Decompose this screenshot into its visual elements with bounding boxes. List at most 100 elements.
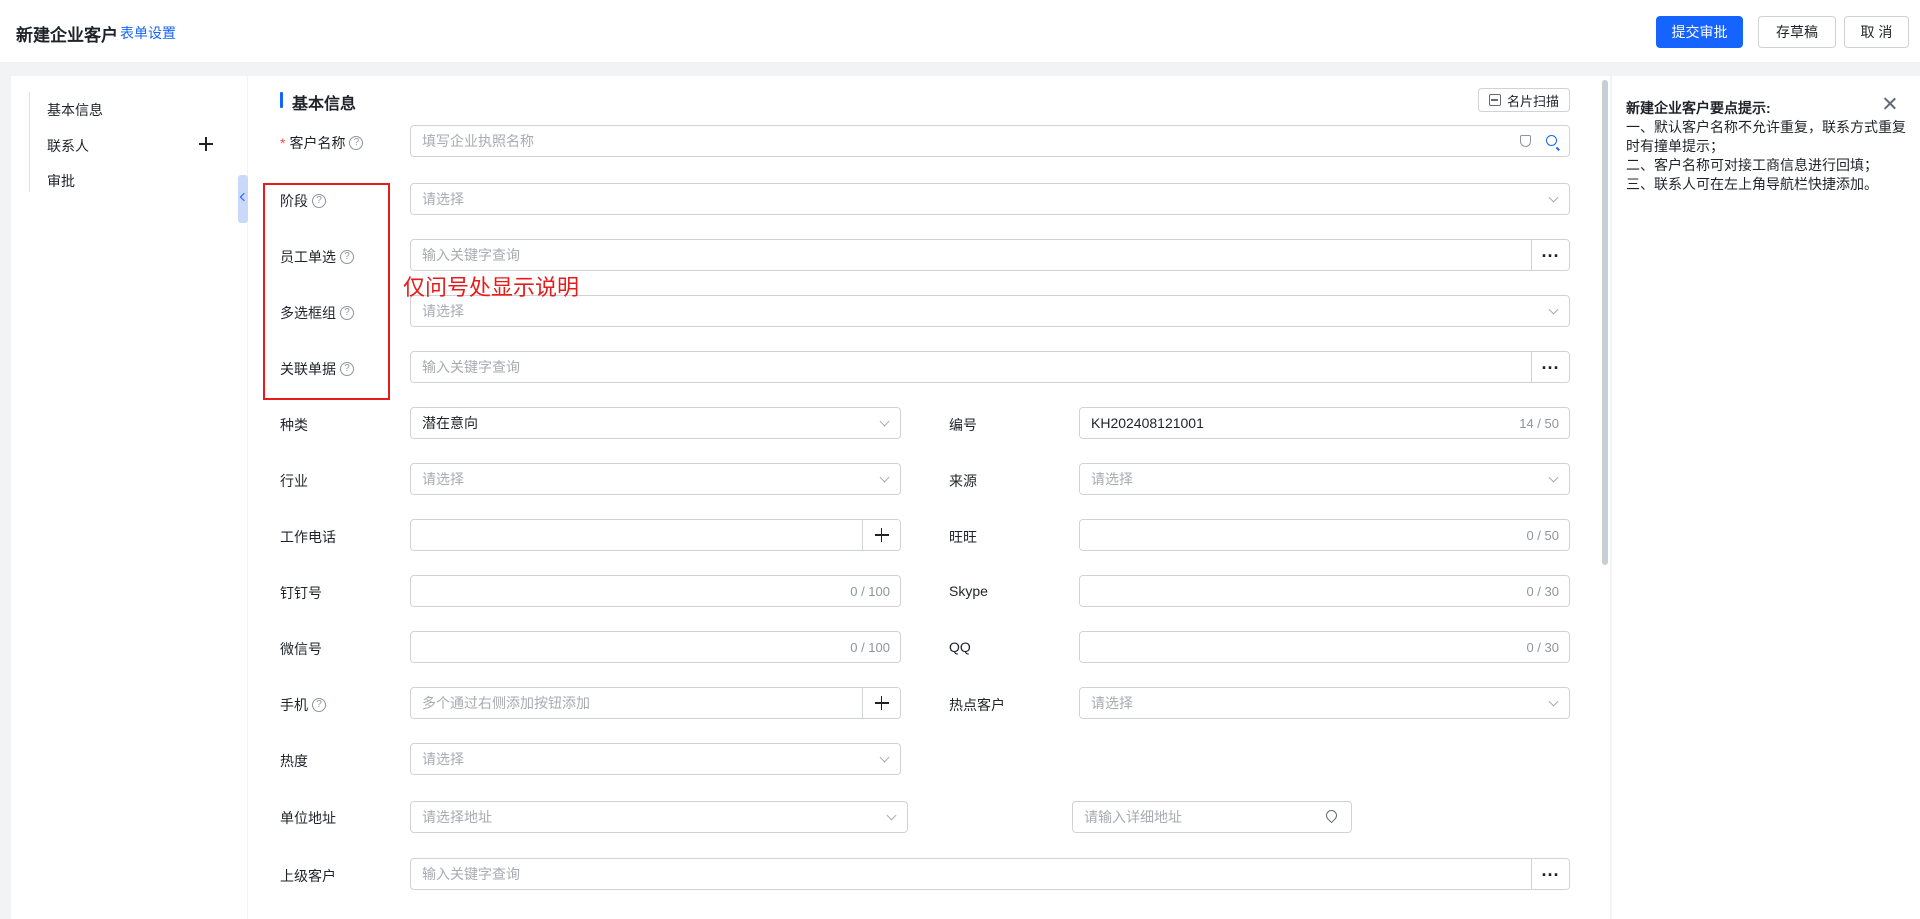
mobile-input[interactable]: 多个通过右侧添加按钮添加 xyxy=(410,687,901,719)
tip-line: 三、联系人可在左上角导航栏快捷添加。 xyxy=(1626,176,1878,192)
heat-label: 热度 xyxy=(280,751,308,771)
section-title: 基本信息 xyxy=(280,90,356,114)
annotation-text: 仅问号处显示说明 xyxy=(403,276,580,301)
tips-title: 新建企业客户要点提示: xyxy=(1626,100,1771,116)
dingding-char-count: 0 / 100 xyxy=(850,584,890,599)
card-scan-button[interactable]: 名片扫描 xyxy=(1478,88,1570,112)
mobile-label-text: 手机 xyxy=(280,697,308,713)
industry-select[interactable]: 请选择 xyxy=(410,463,901,495)
customer-name-placeholder: 填写企业执照名称 xyxy=(422,133,534,149)
wechat-label-text: 微信号 xyxy=(280,641,322,657)
skype-label-text: Skype xyxy=(949,583,988,599)
number-input[interactable]: KH202408121001 14 / 50 xyxy=(1079,407,1570,439)
chevron-down-icon xyxy=(879,472,890,483)
customer-name-label-text: 客户名称 xyxy=(289,135,346,151)
customer-name-label: * 客户名称 ? xyxy=(280,133,364,153)
nav-item-basic-info[interactable]: 基本信息 xyxy=(47,100,103,120)
qq-label: QQ xyxy=(949,639,971,655)
close-icon[interactable] xyxy=(1882,96,1898,112)
hot-customer-select[interactable]: 请选择 xyxy=(1079,687,1570,719)
category-select[interactable]: 潜在意向 xyxy=(410,407,901,439)
multi-select[interactable]: 请选择 xyxy=(410,295,1570,327)
work-phone-label-text: 工作电话 xyxy=(280,529,336,545)
number-label: 编号 xyxy=(949,415,977,435)
chevron-down-icon xyxy=(879,752,890,763)
related-more-button[interactable]: ... xyxy=(1531,352,1569,382)
address-detail-input[interactable]: 请输入详细地址 xyxy=(1072,801,1352,833)
help-icon[interactable]: ? xyxy=(312,698,326,712)
mobile-placeholder: 多个通过右侧添加按钮添加 xyxy=(422,695,590,711)
more-icon: ... xyxy=(1541,860,1560,880)
wangwang-input[interactable]: 0 / 50 xyxy=(1079,519,1570,551)
wechat-input[interactable]: 0 / 100 xyxy=(410,631,901,663)
page-header: 新建企业客户 表单设置 提交审批 存草稿 取 消 xyxy=(0,0,1920,62)
collapse-nav-handle[interactable] xyxy=(238,175,248,223)
source-select[interactable]: 请选择 xyxy=(1079,463,1570,495)
address-detail-placeholder: 请输入详细地址 xyxy=(1084,809,1182,825)
work-phone-input[interactable] xyxy=(410,519,901,551)
search-icon[interactable] xyxy=(1546,135,1557,146)
more-icon: ... xyxy=(1541,353,1560,373)
employee-more-button[interactable]: ... xyxy=(1531,240,1569,270)
source-placeholder: 请选择 xyxy=(1091,471,1133,487)
parent-customer-placeholder: 输入关键字查询 xyxy=(422,866,520,882)
parent-customer-label: 上级客户 xyxy=(280,866,336,886)
address-placeholder: 请选择地址 xyxy=(422,809,492,825)
heat-label-text: 热度 xyxy=(280,753,308,769)
category-label: 种类 xyxy=(280,415,308,435)
hot-customer-label: 热点客户 xyxy=(949,695,1005,715)
qq-label-text: QQ xyxy=(949,639,971,655)
shield-icon xyxy=(1520,135,1531,147)
nav-divider xyxy=(29,92,30,192)
related-doc-picker[interactable]: 输入关键字查询 ... xyxy=(410,351,1570,383)
related-placeholder: 输入关键字查询 xyxy=(422,359,520,375)
skype-input[interactable]: 0 / 30 xyxy=(1079,575,1570,607)
employee-picker[interactable]: 输入关键字查询 ... xyxy=(410,239,1570,271)
address-label: 单位地址 xyxy=(280,808,336,828)
save-draft-button[interactable]: 存草稿 xyxy=(1758,16,1836,48)
address-label-text: 单位地址 xyxy=(280,810,336,826)
wangwang-char-count: 0 / 50 xyxy=(1526,528,1559,543)
dingding-input[interactable]: 0 / 100 xyxy=(410,575,901,607)
industry-label-text: 行业 xyxy=(280,473,308,489)
submit-approval-button[interactable]: 提交审批 xyxy=(1656,16,1743,48)
dingding-label: 钉钉号 xyxy=(280,583,322,603)
tip-line: 二、客户名称可对接工商信息进行回填； xyxy=(1626,157,1878,173)
required-mark: * xyxy=(280,135,286,151)
add-work-phone-button[interactable] xyxy=(862,520,900,550)
form-scrollbar[interactable] xyxy=(1602,80,1608,565)
stage-placeholder: 请选择 xyxy=(422,191,464,207)
customer-name-input[interactable]: 填写企业执照名称 xyxy=(410,125,1570,157)
address-region-select[interactable]: 请选择地址 xyxy=(410,801,908,833)
add-mobile-button[interactable] xyxy=(862,688,900,718)
form-settings-link[interactable]: 表单设置 xyxy=(120,23,176,43)
stage-select[interactable]: 请选择 xyxy=(410,183,1570,215)
number-value: KH202408121001 xyxy=(1091,415,1204,431)
industry-placeholder: 请选择 xyxy=(422,471,464,487)
cancel-button[interactable]: 取 消 xyxy=(1844,16,1909,48)
parent-customer-more-button[interactable]: ... xyxy=(1531,859,1569,889)
skype-label: Skype xyxy=(949,583,988,599)
nav-item-contacts[interactable]: 联系人 xyxy=(47,136,89,156)
annotation-box xyxy=(263,183,390,400)
add-contact-icon[interactable] xyxy=(196,134,216,154)
heat-placeholder: 请选择 xyxy=(422,751,464,767)
help-icon[interactable]: ? xyxy=(349,136,364,150)
page-title: 新建企业客户 xyxy=(16,26,118,45)
number-char-count: 14 / 50 xyxy=(1519,416,1559,431)
parent-customer-picker[interactable]: 输入关键字查询 ... xyxy=(410,858,1570,890)
plus-icon xyxy=(874,528,889,542)
wechat-char-count: 0 / 100 xyxy=(850,640,890,655)
scan-icon xyxy=(1488,94,1501,106)
nav-item-approval[interactable]: 审批 xyxy=(47,171,75,191)
employee-placeholder: 输入关键字查询 xyxy=(422,247,520,263)
qq-input[interactable]: 0 / 30 xyxy=(1079,631,1570,663)
wechat-label: 微信号 xyxy=(280,639,322,659)
dingding-label-text: 钉钉号 xyxy=(280,585,322,601)
card-scan-label: 名片扫描 xyxy=(1506,93,1559,109)
wangwang-label: 旺旺 xyxy=(949,527,977,547)
section-nav: 基本信息 联系人 审批 xyxy=(11,76,247,919)
location-pin-icon[interactable] xyxy=(1323,807,1340,824)
chevron-down-icon xyxy=(886,810,897,821)
heat-select[interactable]: 请选择 xyxy=(410,743,901,775)
